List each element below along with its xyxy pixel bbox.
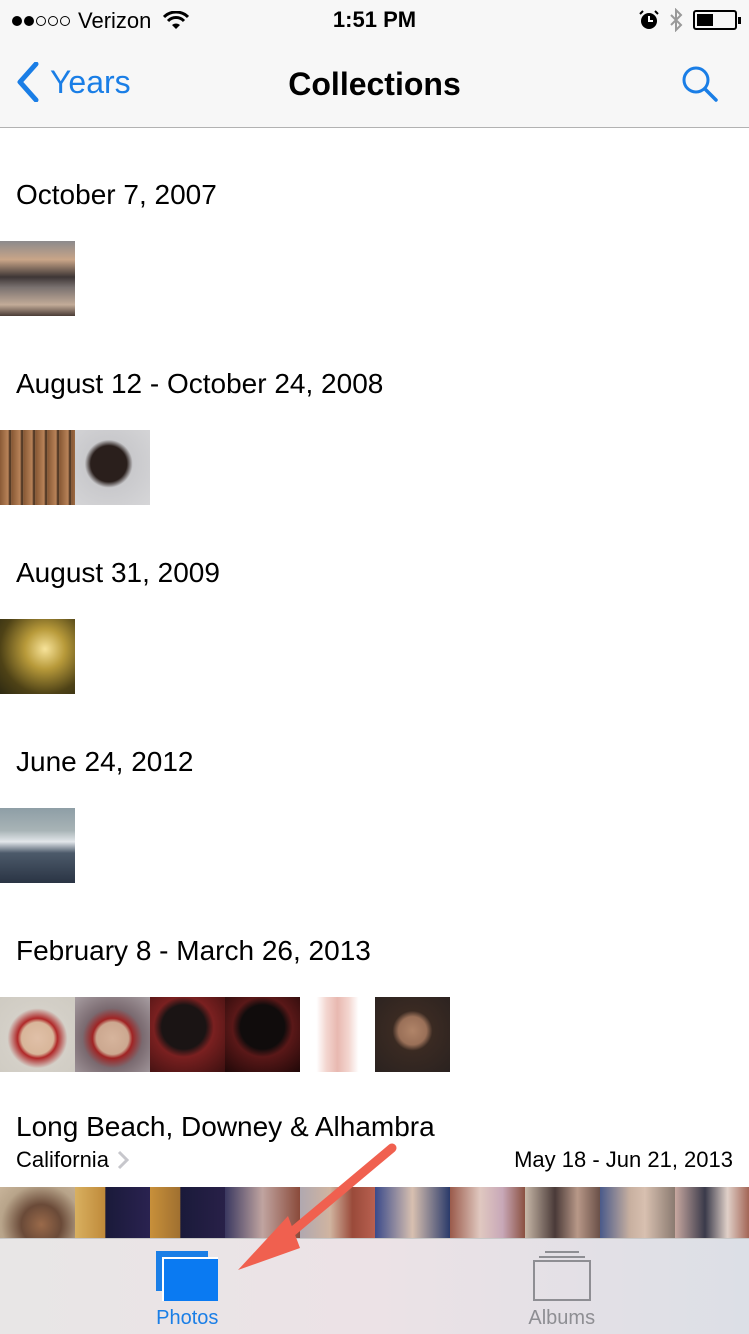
navigation-bar: Years Collections <box>0 40 749 128</box>
photo-thumbnail[interactable] <box>0 430 75 505</box>
collection-date-range: May 18 - Jun 21, 2013 <box>514 1147 733 1172</box>
collection-title: June 24, 2012 <box>16 746 194 777</box>
search-button[interactable] <box>681 65 719 108</box>
collection-subtitle: California <box>16 1147 109 1172</box>
albums-icon <box>532 1251 591 1301</box>
tab-label: Photos <box>156 1307 219 1329</box>
page-title: Collections <box>288 66 461 102</box>
photo-thumbnail[interactable] <box>375 1187 450 1238</box>
photo-thumbnail[interactable] <box>375 997 450 1072</box>
photo-thumbnail[interactable] <box>0 241 75 316</box>
status-bar: Verizon 1:51 PM <box>0 0 749 40</box>
chevron-right-icon <box>117 1150 129 1170</box>
collection-title: February 8 - March 26, 2013 <box>16 935 371 966</box>
photo-thumbnail[interactable] <box>75 430 150 505</box>
photo-thumbnail[interactable] <box>450 1187 525 1238</box>
search-icon <box>682 66 718 102</box>
alarm-icon <box>639 10 659 29</box>
photos-stack-icon <box>156 1251 219 1301</box>
collection-location[interactable]: California <box>16 1147 129 1173</box>
photo-thumbnail[interactable] <box>0 619 75 694</box>
tab-photos[interactable]: Photos <box>0 1239 375 1334</box>
photo-thumbnail[interactable] <box>75 1187 150 1238</box>
photo-thumbnail[interactable] <box>0 808 75 883</box>
tab-albums[interactable]: Albums <box>375 1239 749 1334</box>
photo-thumbnail[interactable] <box>600 1187 675 1238</box>
photo-thumbnail[interactable] <box>150 997 225 1072</box>
tab-bar: Photos Albums <box>0 1238 749 1334</box>
photo-thumbnail[interactable] <box>300 1187 375 1238</box>
bluetooth-icon <box>670 8 683 32</box>
collection-title: August 12 - October 24, 2008 <box>16 368 384 399</box>
photo-thumbnail[interactable] <box>75 997 150 1072</box>
photo-thumbnail[interactable] <box>0 997 75 1072</box>
battery-level <box>697 14 714 26</box>
photo-thumbnail[interactable] <box>525 1187 600 1238</box>
photo-thumbnail[interactable] <box>300 997 375 1072</box>
photo-thumbnail[interactable] <box>0 1187 75 1238</box>
photo-thumbnail[interactable] <box>675 1187 749 1238</box>
collection-title: August 31, 2009 <box>16 557 220 588</box>
photo-thumbnail[interactable] <box>150 1187 225 1238</box>
photo-thumbnail[interactable] <box>225 997 300 1072</box>
collections-list[interactable]: October 7, 2007 August 12 - October 24, … <box>0 129 749 1238</box>
photo-thumbnail[interactable] <box>225 1187 300 1238</box>
collection-title: Long Beach, Downey & Alhambra <box>16 1111 435 1142</box>
battery-icon <box>693 10 741 30</box>
clock: 1:51 PM <box>332 7 417 32</box>
collection-title: October 7, 2007 <box>16 179 217 210</box>
tab-label: Albums <box>528 1307 596 1329</box>
